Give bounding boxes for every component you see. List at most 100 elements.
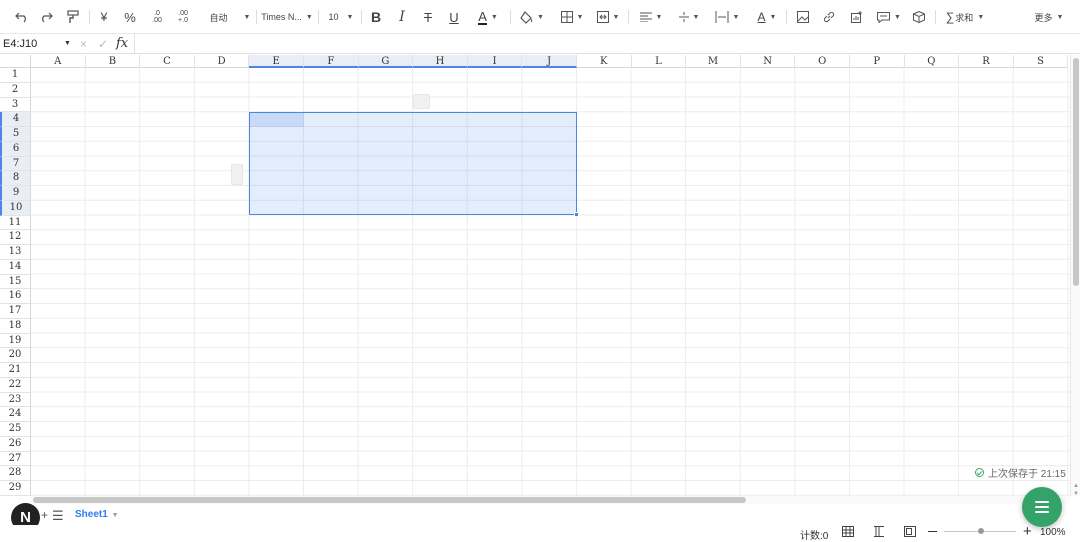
- percent-button[interactable]: %: [120, 7, 140, 27]
- cancel-icon[interactable]: ×: [80, 37, 87, 51]
- column-header[interactable]: P: [850, 55, 905, 68]
- row-header[interactable]: 15: [0, 274, 31, 290]
- tab-sheet1[interactable]: Sheet1 ▼: [75, 509, 119, 520]
- font-size-select[interactable]: 10 ▼: [325, 7, 357, 27]
- text-rotate-icon[interactable]: A ▼: [752, 7, 782, 27]
- underline-icon[interactable]: U: [444, 7, 464, 27]
- row-header[interactable]: 11: [0, 215, 31, 231]
- floating-menu-button[interactable]: [1022, 487, 1062, 527]
- row-header[interactable]: 27: [0, 451, 31, 467]
- column-header[interactable]: O: [795, 55, 850, 68]
- chevron-down-icon[interactable]: ▼: [112, 512, 119, 519]
- row-header[interactable]: 17: [0, 304, 31, 319]
- currency-button[interactable]: ¥: [94, 7, 114, 27]
- row-header[interactable]: 9: [0, 186, 31, 201]
- row-header[interactable]: 14: [0, 259, 31, 275]
- increase-decimal-button[interactable]: .00 +.0: [173, 7, 193, 27]
- font-family-select[interactable]: Times N... ▼: [260, 7, 314, 27]
- column-header[interactable]: G: [358, 55, 414, 68]
- scroll-down-icon[interactable]: ▼: [1072, 489, 1080, 499]
- row-header[interactable]: 26: [0, 436, 31, 452]
- fill-handle[interactable]: [574, 212, 579, 217]
- comment-icon[interactable]: ▼: [873, 7, 905, 27]
- horizontal-scroll-thumb[interactable]: [33, 497, 746, 503]
- column-header[interactable]: H: [413, 55, 468, 68]
- formula-input[interactable]: [140, 36, 1070, 52]
- row-header[interactable]: 2: [0, 82, 31, 98]
- merge-cells-icon[interactable]: ▼: [592, 7, 624, 27]
- normal-view-icon[interactable]: [842, 526, 854, 540]
- row-header[interactable]: 13: [0, 245, 31, 260]
- column-header[interactable]: R: [959, 55, 1014, 68]
- strikethrough-icon[interactable]: T: [418, 7, 438, 27]
- chevron-down-icon[interactable]: ▼: [64, 40, 71, 47]
- column-header[interactable]: B: [85, 55, 141, 68]
- zoom-in-icon[interactable]: +: [1023, 524, 1032, 539]
- name-box[interactable]: E4:J10: [0, 34, 72, 54]
- vertical-scrollbar[interactable]: ▲ ▼: [1070, 55, 1080, 499]
- column-header[interactable]: I: [467, 55, 523, 68]
- column-header[interactable]: K: [577, 55, 632, 68]
- row-header[interactable]: 24: [0, 407, 31, 422]
- italic-icon[interactable]: I: [392, 7, 412, 27]
- column-header[interactable]: F: [304, 55, 359, 68]
- column-header[interactable]: D: [194, 55, 250, 68]
- column-header[interactable]: L: [631, 55, 687, 68]
- row-header[interactable]: 1: [0, 68, 31, 83]
- column-header[interactable]: S: [1013, 55, 1069, 68]
- row-header[interactable]: 29: [0, 481, 31, 496]
- row-header[interactable]: 23: [0, 392, 31, 408]
- column-header[interactable]: E: [249, 55, 304, 68]
- bold-icon[interactable]: B: [366, 7, 386, 27]
- selection-range[interactable]: [249, 112, 577, 215]
- number-format-select[interactable]: 自动 ▼: [206, 7, 254, 27]
- column-header[interactable]: C: [140, 55, 195, 68]
- row-header[interactable]: 7: [0, 156, 31, 172]
- cube-icon[interactable]: [909, 7, 929, 27]
- column-header[interactable]: M: [686, 55, 741, 68]
- add-sheet-button[interactable]: +: [41, 508, 48, 522]
- redo-icon[interactable]: [36, 7, 56, 27]
- row-header[interactable]: 22: [0, 377, 31, 393]
- column-header[interactable]: A: [31, 55, 86, 68]
- chart-icon[interactable]: [847, 7, 867, 27]
- borders-icon[interactable]: ▼: [556, 7, 588, 27]
- row-header[interactable]: 20: [0, 348, 31, 363]
- more-button[interactable]: 更多 ▼: [1032, 7, 1066, 27]
- confirm-icon[interactable]: ✓: [98, 37, 108, 51]
- row-header[interactable]: 4: [0, 112, 31, 127]
- page-break-view-icon[interactable]: [873, 526, 885, 540]
- zoom-slider-handle[interactable]: [978, 528, 984, 534]
- row-header[interactable]: 19: [0, 333, 31, 349]
- fx-icon[interactable]: fx: [116, 36, 128, 51]
- decrease-decimal-button[interactable]: .0.00: [147, 7, 167, 27]
- text-wrap-icon[interactable]: ▼: [710, 7, 744, 27]
- row-header[interactable]: 8: [0, 171, 31, 186]
- page-layout-view-icon[interactable]: [904, 526, 916, 540]
- zoom-out-icon[interactable]: [928, 531, 937, 532]
- row-header[interactable]: 16: [0, 289, 31, 304]
- row-header[interactable]: 28: [0, 466, 31, 481]
- column-header[interactable]: Q: [904, 55, 960, 68]
- row-header[interactable]: 5: [0, 127, 31, 142]
- link-icon[interactable]: [819, 7, 839, 27]
- row-header[interactable]: 6: [0, 141, 31, 157]
- image-icon[interactable]: [793, 7, 813, 27]
- horizontal-align-icon[interactable]: ▼: [636, 7, 666, 27]
- font-color-icon[interactable]: A ▼: [472, 7, 504, 27]
- row-header[interactable]: 12: [0, 230, 31, 245]
- undo-icon[interactable]: [12, 7, 32, 27]
- row-header[interactable]: 18: [0, 318, 31, 334]
- sheet-list-icon[interactable]: ☰: [52, 508, 64, 524]
- select-all-corner[interactable]: [0, 55, 31, 68]
- format-painter-icon[interactable]: [62, 7, 84, 27]
- row-header[interactable]: 25: [0, 422, 31, 437]
- row-header[interactable]: 21: [0, 363, 31, 378]
- vertical-align-icon[interactable]: ▼: [674, 7, 704, 27]
- row-header[interactable]: 10: [0, 200, 31, 216]
- column-header[interactable]: N: [740, 55, 796, 68]
- sum-button[interactable]: ∑ 求和 ▼: [942, 7, 988, 27]
- vertical-scroll-thumb[interactable]: [1073, 58, 1079, 286]
- row-header[interactable]: 3: [0, 97, 31, 113]
- horizontal-scrollbar[interactable]: [31, 496, 1070, 504]
